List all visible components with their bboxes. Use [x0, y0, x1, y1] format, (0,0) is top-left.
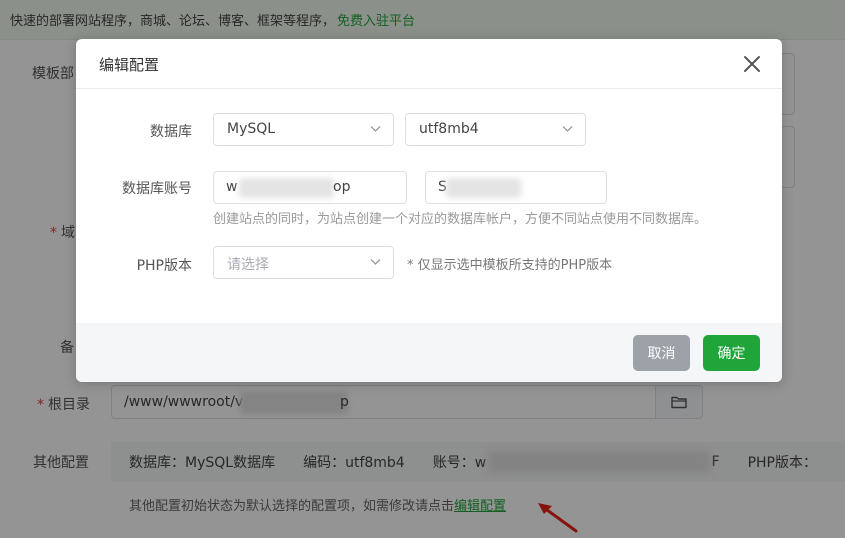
- db-password-input[interactable]: S: [425, 171, 607, 204]
- database-type-select[interactable]: MySQL: [213, 113, 394, 146]
- db-username-suffix: op: [333, 179, 351, 195]
- database-charset-value: utf8mb4: [419, 121, 479, 137]
- chevron-down-icon: [370, 259, 381, 265]
- db-account-help: 创建站点的同时，为站点创建一个对应的数据库帐户，方便不同站点使用不同数据库。: [213, 212, 708, 227]
- chevron-down-icon: [562, 126, 573, 132]
- php-version-select[interactable]: 请选择: [213, 246, 394, 279]
- php-version-note: * 仅显示选中模板所支持的PHP版本: [407, 258, 613, 273]
- dialog-header: 编辑配置: [76, 39, 782, 89]
- chevron-down-icon: [370, 126, 381, 132]
- php-version-label: PHP版本: [136, 258, 192, 274]
- confirm-button[interactable]: 确定: [703, 335, 760, 371]
- cancel-button[interactable]: 取消: [633, 335, 690, 371]
- database-label: 数据库: [150, 124, 192, 140]
- db-username-prefix: w: [226, 179, 238, 195]
- dialog-footer: 取消 确定: [76, 323, 782, 382]
- database-type-value: MySQL: [227, 121, 276, 137]
- db-account-label: 数据库账号: [122, 181, 192, 197]
- db-username-input[interactable]: w op: [213, 171, 407, 204]
- php-version-placeholder: 请选择: [227, 257, 269, 273]
- redacted-region: [446, 178, 521, 198]
- close-icon[interactable]: [742, 54, 762, 74]
- dialog-title: 编辑配置: [99, 56, 160, 74]
- redacted-region: [239, 178, 334, 198]
- database-charset-select[interactable]: utf8mb4: [405, 113, 586, 146]
- edit-config-dialog: 编辑配置 数据库 MySQL utf8mb4 数据库账号 w op S 创建站点…: [76, 39, 782, 382]
